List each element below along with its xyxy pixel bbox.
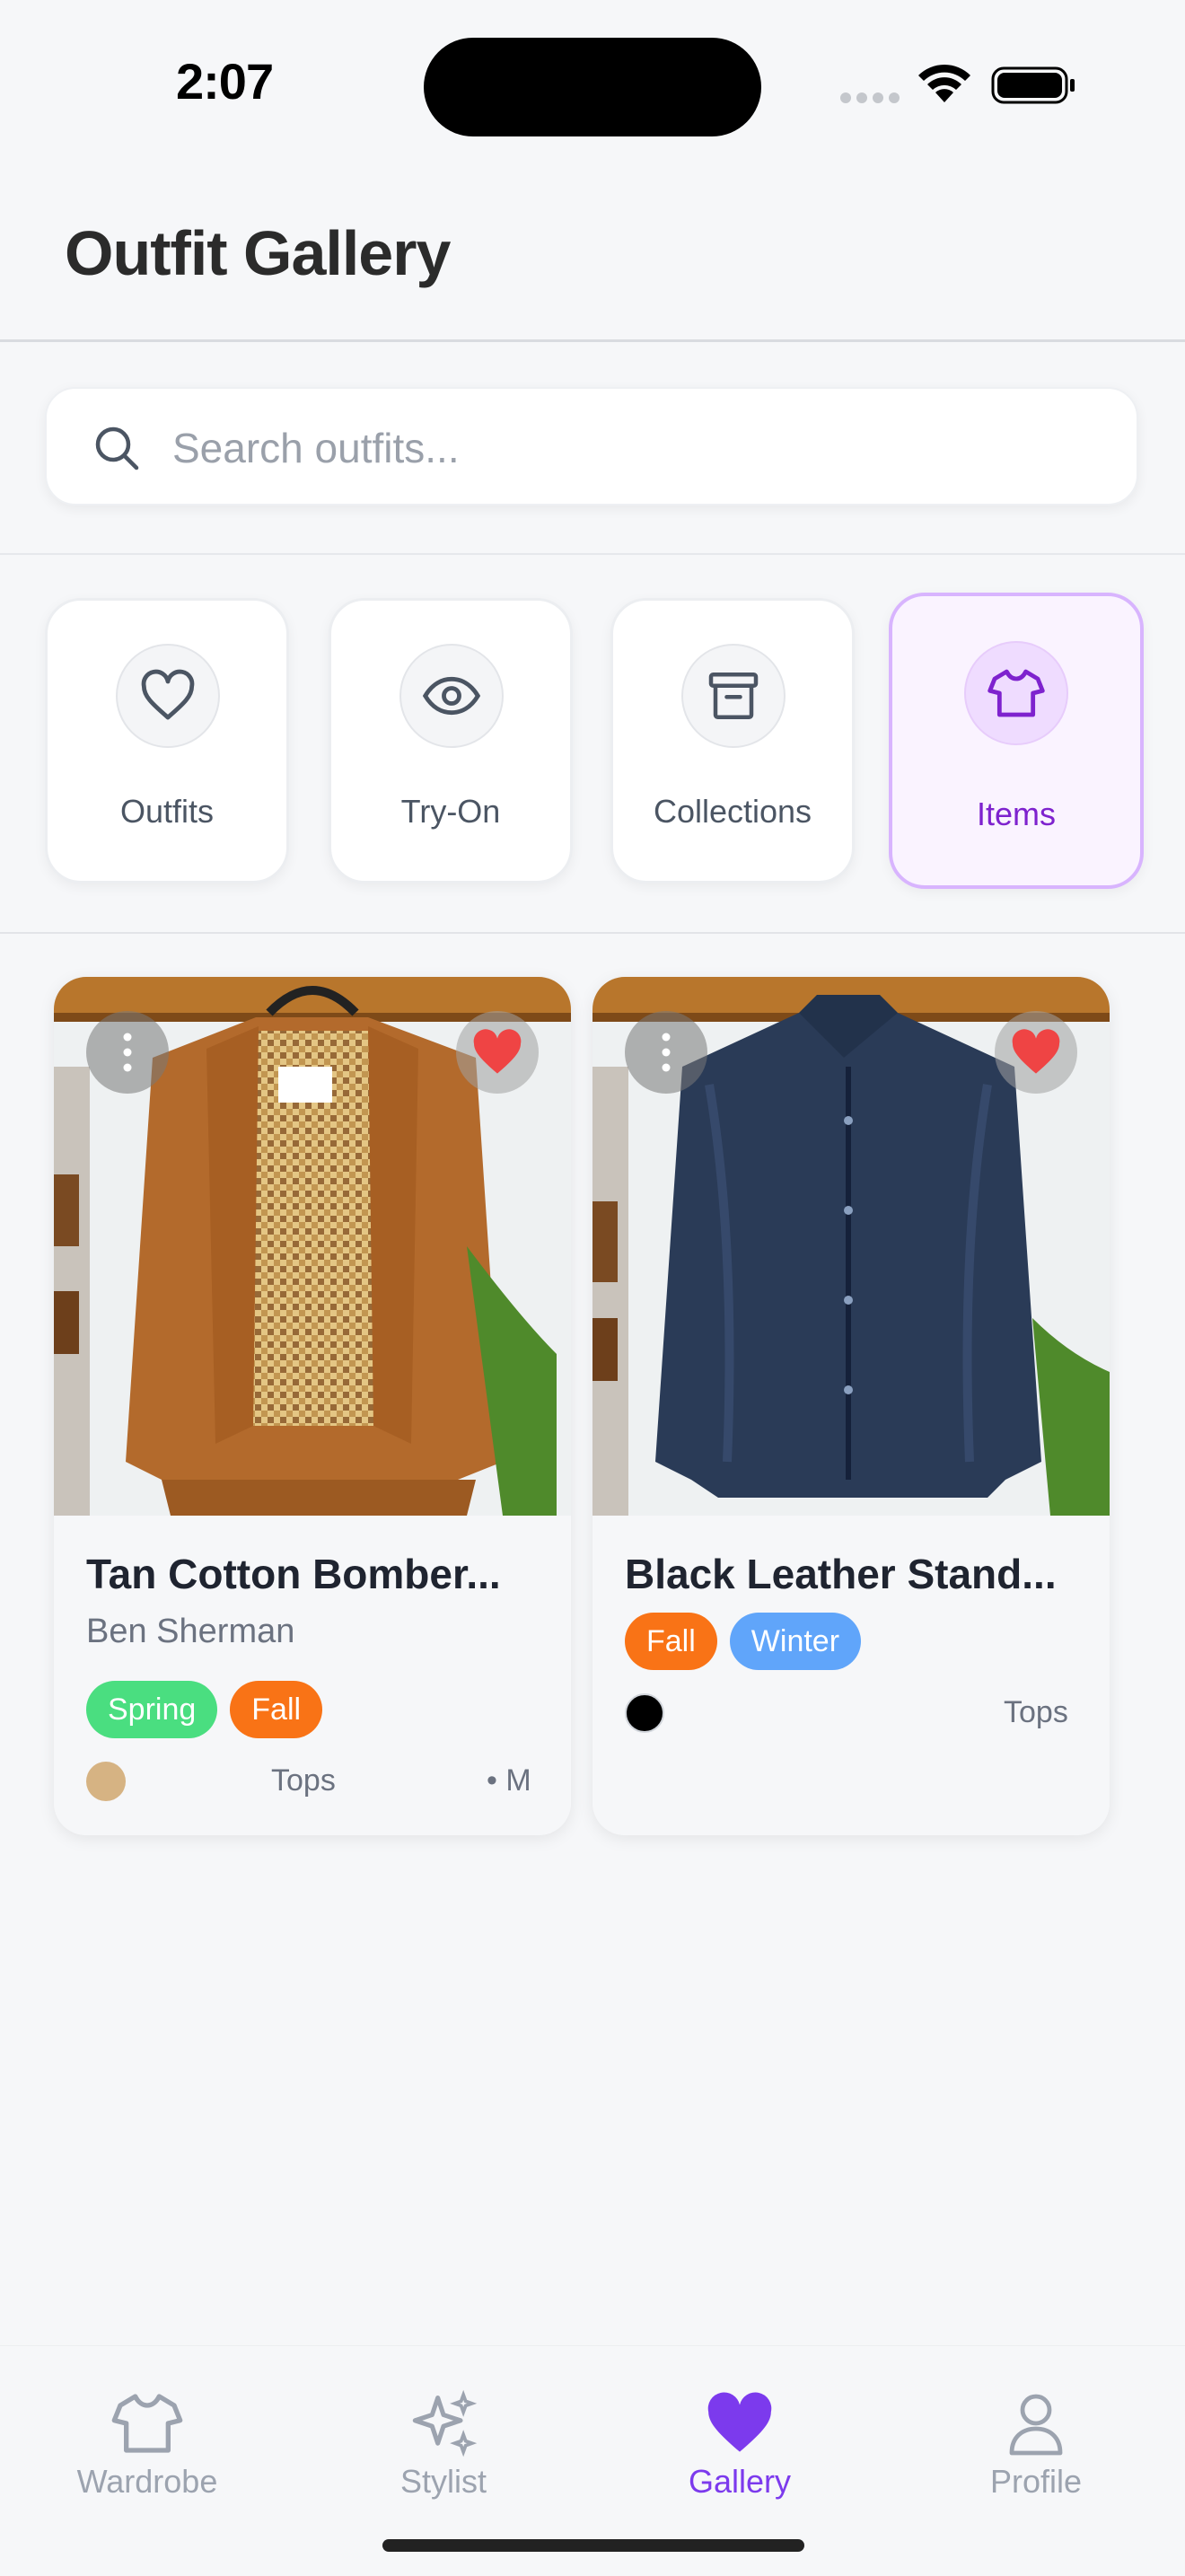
season-tags: Spring Fall — [86, 1681, 323, 1738]
tile-label: Outfits — [119, 793, 215, 830]
item-card[interactable]: Black Leather Stand... Fall Winter Tops — [592, 977, 1110, 1835]
tile-items[interactable]: Items — [889, 593, 1144, 889]
tile-label: Try-On — [400, 793, 501, 830]
season-tag: Fall — [625, 1613, 717, 1670]
color-swatch — [625, 1693, 664, 1733]
heart-filled-icon — [473, 1029, 522, 1074]
home-indicator — [382, 2539, 804, 2552]
status-bar: 2:07 — [0, 0, 1185, 171]
sparkles-icon — [412, 2389, 478, 2457]
dynamic-island — [424, 38, 761, 136]
tile-label: Items — [976, 796, 1056, 832]
heart-icon — [141, 669, 195, 720]
search-box[interactable] — [45, 387, 1138, 506]
tab-label: Gallery — [688, 2463, 792, 2500]
more-vertical-icon — [123, 1033, 132, 1072]
item-title: Tan Cotton Bomber... — [86, 1551, 501, 1597]
item-category: Tops — [1004, 1695, 1068, 1729]
tile-label: Collections — [653, 793, 812, 830]
more-vertical-icon — [662, 1033, 671, 1072]
tab-label: Wardrobe — [76, 2463, 218, 2500]
season-tag: Fall — [230, 1681, 323, 1738]
item-card[interactable]: Tan Cotton Bomber... Ben Sherman Spring … — [54, 977, 571, 1835]
item-brand: Ben Sherman — [86, 1613, 295, 1650]
tile-outfits[interactable]: Outfits — [45, 598, 289, 884]
season-tag: Winter — [729, 1613, 862, 1670]
person-icon — [1009, 2394, 1063, 2456]
favorite-button[interactable] — [995, 1011, 1077, 1094]
search-section — [0, 342, 1185, 555]
item-category: Tops — [271, 1763, 336, 1798]
heart-filled-icon — [1012, 1029, 1060, 1074]
page-title: Outfit Gallery — [65, 218, 451, 288]
item-more-button[interactable] — [625, 1011, 707, 1094]
item-info: Tan Cotton Bomber... Ben Sherman Spring … — [54, 1516, 571, 1835]
item-info: Black Leather Stand... Fall Winter Tops — [592, 1516, 1110, 1835]
tab-label: Profile — [989, 2463, 1083, 2500]
header: Outfit Gallery — [0, 171, 1185, 342]
season-tag: Spring — [86, 1681, 218, 1738]
favorite-button[interactable] — [456, 1011, 539, 1094]
heart-icon — [707, 2392, 772, 2452]
tile-collections[interactable]: Collections — [610, 598, 855, 884]
tab-profile[interactable]: Profile — [937, 2387, 1135, 2501]
color-swatch — [86, 1762, 126, 1801]
cellular-signal-icon — [840, 92, 905, 108]
shirt-icon — [111, 2394, 183, 2453]
search-input[interactable] — [171, 416, 1072, 480]
archive-icon — [708, 673, 759, 719]
status-time: 2:07 — [176, 53, 274, 110]
shirt-icon — [988, 669, 1045, 717]
search-icon — [95, 426, 139, 470]
tab-gallery[interactable]: Gallery — [641, 2387, 838, 2501]
wifi-icon — [918, 64, 970, 102]
tab-stylist[interactable]: Stylist — [345, 2387, 542, 2501]
eye-icon — [423, 676, 480, 716]
tab-label: Stylist — [399, 2463, 487, 2500]
tab-wardrobe[interactable]: Wardrobe — [48, 2387, 246, 2501]
item-more-button[interactable] — [86, 1011, 169, 1094]
category-tiles: Outfits Try-On Collections Items — [0, 555, 1185, 934]
season-tags: Fall Winter — [625, 1613, 862, 1670]
tile-try-on[interactable]: Try-On — [329, 598, 573, 884]
item-size: • M — [487, 1763, 531, 1798]
battery-icon — [991, 66, 1075, 104]
item-title: Black Leather Stand... — [625, 1551, 1057, 1597]
